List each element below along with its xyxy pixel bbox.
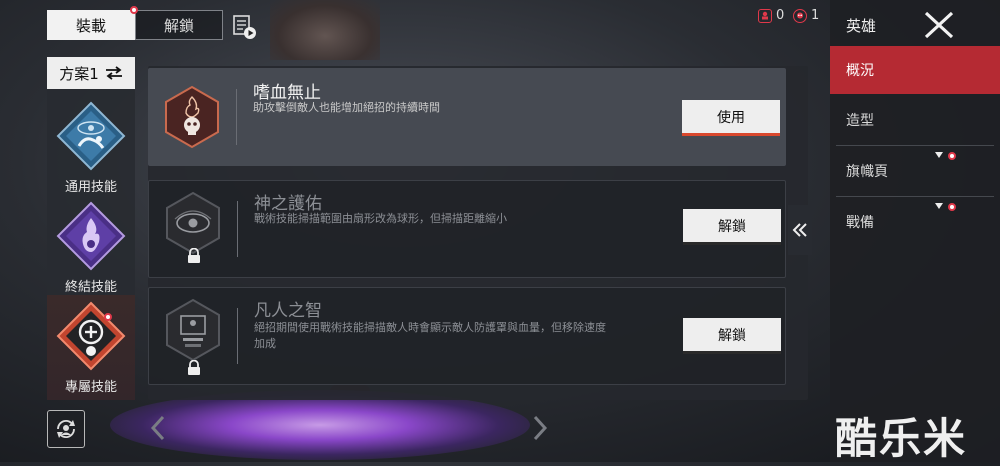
perk-description: 助攻擊倒敵人也能增加絕招的持續時間 [253,101,440,114]
caret-down-icon [935,203,943,209]
perk-description: 戰術技能掃描範圍由扇形改為球形，但掃描距離縮小 [254,212,507,225]
perk-description-line-1: 絕招期間使用戰術技能掃描敵人時會顯示敵人防護罩與血量，但移除速度 [254,321,606,334]
eye-emblem-icon [166,191,220,255]
notification-dot [104,313,112,321]
bloodlust-skull-icon [165,85,219,149]
nav-header: 英雄 [846,17,877,35]
skill-slot-finisher[interactable]: 終結技能 [47,200,135,295]
nav-item-overview[interactable]: 概況 [830,46,1000,94]
refresh-portrait-icon [57,419,75,439]
notification-dot [130,6,138,14]
plus-skull-icon [56,301,126,371]
unlock-perk-button[interactable]: 解鎖 [683,209,781,245]
crawl-figure-icon [56,101,126,171]
unlock-perk-button[interactable]: 解鎖 [683,318,781,354]
collapse-panel-tab[interactable] [788,205,812,255]
close-icon[interactable] [922,10,956,40]
character-model-head [270,0,380,60]
token-counter: 0 [758,8,784,23]
skull-badge-icon [793,8,807,23]
tab-unlock[interactable]: 解鎖 [135,10,223,40]
notification-dot [948,203,956,211]
skill-slot-general[interactable]: 通用技能 [47,100,135,195]
flame-figure-icon [56,201,126,271]
perk-card[interactable]: 嗜血無止 助攻擊倒敵人也能增加絕招的持續時間 使用 [148,68,786,166]
tab-equip[interactable]: 裝載 [47,10,135,40]
token-count: 0 [776,8,785,23]
caret-down-icon [935,152,943,158]
perk-description-line-2: 加成 [254,337,276,350]
loadout-selector[interactable]: 方案1 [47,57,135,89]
lock-icon [188,360,200,375]
display-platform [110,390,530,460]
perk-card[interactable]: 凡人之智 絕招期間使用戰術技能掃描敵人時會顯示敵人防護罩與血量，但移除速度 加成… [148,287,786,385]
patch-notes-icon[interactable] [232,14,258,40]
skill-slot-label: 終結技能 [64,280,117,295]
loadout-name: 方案1 [59,64,99,83]
rotate-right-icon[interactable] [532,415,548,441]
rotate-left-icon[interactable] [150,415,166,441]
double-chevron-left-icon [792,223,807,237]
nav-item-banner[interactable]: 旗幟頁 [830,147,1000,195]
skull-counter: 1 [793,8,819,23]
skill-slot-label: 通用技能 [64,180,117,195]
lock-icon [188,248,200,263]
random-legend-button[interactable] [47,410,85,448]
skill-slot-exclusive[interactable]: 專屬技能 [47,300,135,395]
monitor-emblem-icon [166,298,220,362]
skull-count: 1 [811,8,820,23]
loadout-tabs: 裝載 解鎖 [47,10,223,40]
perk-title: 凡人之智 [254,301,322,321]
perk-card[interactable]: 神之護佑 戰術技能掃描範圍由扇形改為球形，但掃描距離縮小 解鎖 [148,180,786,278]
skill-slot-label: 專屬技能 [64,380,117,395]
use-perk-button[interactable]: 使用 [682,100,780,136]
swap-arrows-icon [105,66,122,80]
nav-item-skins[interactable]: 造型 [830,96,1000,144]
nav-item-gear[interactable]: 戰備 [830,198,1000,246]
legend-token-icon [758,8,772,23]
watermark: 酷乐米 [835,414,968,463]
notification-dot [948,152,956,160]
